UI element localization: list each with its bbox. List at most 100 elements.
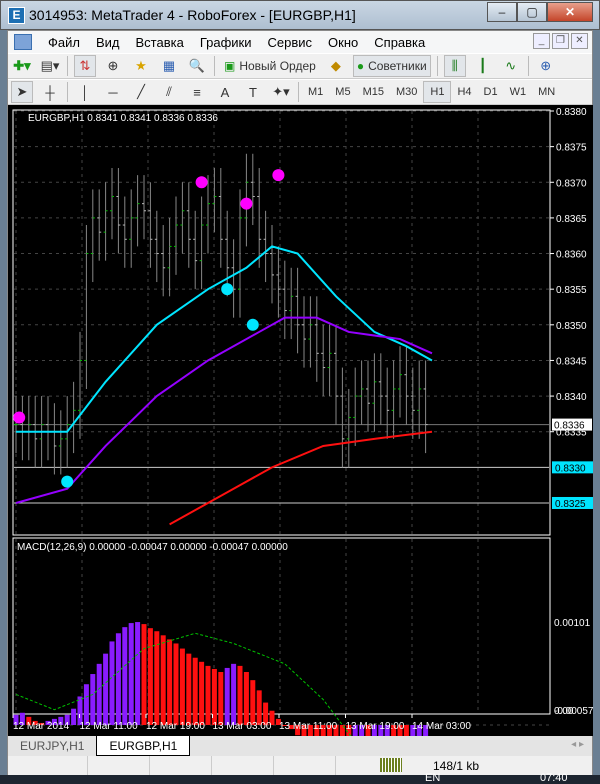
mdi-restore-button[interactable]: ❐: [552, 33, 569, 49]
price-label: 0.8340: [556, 392, 587, 403]
signal-dot-magenta: [240, 197, 253, 210]
price-label: 0.8370: [556, 178, 587, 189]
price-label: 0.8380: [556, 107, 587, 118]
new-chart-icon[interactable]: ✚▾: [11, 55, 33, 77]
experts-icon: ●: [356, 59, 365, 73]
taskbar: EN 07:40: [0, 772, 600, 784]
macd-bar: [135, 622, 141, 725]
chart-window[interactable]: EURGBP,H1 0.8341 0.8341 0.8336 0.8336 MA…: [8, 105, 596, 781]
close-button[interactable]: ✕: [547, 2, 593, 22]
macd-bar: [243, 672, 249, 725]
macd-bar: [192, 657, 198, 725]
current-price-label: 0.8336: [554, 421, 585, 432]
menu-tools[interactable]: Сервис: [260, 35, 321, 50]
macd-bar: [205, 665, 211, 725]
hline-price-label: 0.8330: [555, 463, 586, 474]
macd-bar: [256, 690, 262, 725]
macd-bar: [186, 653, 192, 725]
window-title: 3014953: MetaTrader 4 - RoboForex - [EUR…: [29, 7, 356, 23]
menu-help[interactable]: Справка: [366, 35, 433, 50]
experts-button[interactable]: ● Советники: [352, 55, 431, 77]
macd-bar: [122, 627, 128, 725]
time-label: 12 Mar 19:00: [146, 721, 205, 732]
macd-bar: [250, 680, 256, 725]
equidistant-channel-icon[interactable]: ⫽: [158, 81, 180, 103]
macd-bar: [167, 639, 173, 725]
time-label: 13 Mar 19:00: [346, 721, 405, 732]
zoom-in-icon[interactable]: ⊕: [535, 55, 557, 77]
timeframe-m15[interactable]: M15: [357, 86, 390, 98]
navigator-icon[interactable]: ★: [130, 55, 152, 77]
traffic-status: 148/1 kb: [433, 759, 480, 773]
macd-bar: [128, 623, 134, 725]
drawing-toolbar: ➤ ┼ │ ─ ╱ ⫽ ≡ A T ✦▾ M1 M5 M15 M30 H1 H4…: [8, 79, 592, 105]
mdi-minimize-button[interactable]: _: [533, 33, 550, 49]
market-watch-icon[interactable]: ⇅: [74, 55, 96, 77]
new-order-button[interactable]: ▣ Новый Ордер: [221, 55, 319, 77]
timeframe-m30[interactable]: M30: [390, 86, 423, 98]
crosshair-icon[interactable]: ┼: [39, 81, 61, 103]
macd-bar: [199, 661, 205, 725]
vertical-line-icon[interactable]: │: [74, 81, 96, 103]
language-indicator[interactable]: EN: [425, 772, 440, 784]
macd-bar: [109, 641, 115, 725]
macd-bar: [231, 663, 237, 725]
bar-chart-icon[interactable]: ⫼: [443, 55, 466, 77]
price-label: 0.8350: [556, 321, 587, 332]
maximize-button[interactable]: ▢: [517, 2, 547, 22]
timeframe-h4[interactable]: H4: [451, 86, 477, 98]
cursor-icon[interactable]: ➤: [11, 81, 33, 103]
tab-eurjpy[interactable]: EURJPY,H1: [8, 736, 96, 756]
chart-tabs: EURJPY,H1 EURGBP,H1 ◂ ▸: [8, 736, 592, 756]
price-chart[interactable]: EURGBP,H1 0.8341 0.8341 0.8336 0.8336 MA…: [8, 105, 596, 781]
timeframe-h1[interactable]: H1: [423, 81, 452, 103]
title-bar: E 3014953: MetaTrader 4 - RoboForex - [E…: [0, 0, 600, 30]
signal-dot-magenta: [195, 176, 208, 189]
signal-dot-magenta: [272, 169, 285, 182]
time-label: 13 Mar 11:00: [279, 721, 338, 732]
time-label: 12 Mar 2014: [13, 721, 70, 732]
menu-charts[interactable]: Графики: [192, 35, 260, 50]
line-chart-icon[interactable]: ∿: [500, 55, 522, 77]
timeframe-d1[interactable]: D1: [478, 86, 504, 98]
metaeditor-icon[interactable]: ◆: [325, 55, 347, 77]
macd-label: 0.00101: [554, 618, 591, 629]
menu-view[interactable]: Вид: [88, 35, 128, 50]
profiles-icon[interactable]: ▤▾: [39, 55, 61, 77]
main-window: Файл Вид Вставка Графики Сервис Окно Спр…: [7, 30, 596, 781]
candlestick-icon[interactable]: ┃: [472, 55, 494, 77]
trendline-icon[interactable]: ╱: [130, 81, 152, 103]
strategy-tester-icon[interactable]: 🔍: [186, 55, 208, 77]
moving-average-slow: [169, 430, 433, 526]
menu-window[interactable]: Окно: [320, 35, 366, 50]
moving-average-fast: [16, 245, 433, 433]
app-icon: E: [8, 7, 25, 24]
tab-scroll-arrows[interactable]: ◂ ▸: [571, 739, 584, 750]
chart-window-icon: [14, 34, 32, 50]
timeframe-m5[interactable]: M5: [329, 86, 356, 98]
timeframe-m1[interactable]: M1: [302, 86, 329, 98]
tab-eurgbp[interactable]: EURGBP,H1: [96, 736, 191, 756]
minimize-button[interactable]: ‒: [487, 2, 517, 22]
hline-price-label: 0.8325: [555, 499, 586, 510]
arrows-icon[interactable]: ✦▾: [270, 81, 292, 103]
terminal-icon[interactable]: ▦: [158, 55, 180, 77]
timeframe-mn[interactable]: MN: [532, 86, 561, 98]
price-label: 0.8360: [556, 250, 587, 261]
mdi-close-button[interactable]: ✕: [571, 33, 588, 49]
chart-header: EURGBP,H1 0.8341 0.8341 0.8336 0.8336: [28, 113, 218, 124]
fibonacci-icon[interactable]: ≡: [186, 81, 208, 103]
data-window-icon[interactable]: ⊕: [102, 55, 124, 77]
menu-insert[interactable]: Вставка: [128, 35, 192, 50]
timeframe-w1[interactable]: W1: [504, 86, 533, 98]
macd-bar: [173, 643, 179, 725]
text-label-icon[interactable]: T: [242, 81, 264, 103]
new-order-icon: ▣: [224, 59, 236, 73]
menu-file[interactable]: Файл: [40, 35, 88, 50]
text-icon[interactable]: A: [214, 81, 236, 103]
horizontal-line-icon[interactable]: ─: [102, 81, 124, 103]
macd-bar: [96, 663, 102, 725]
macd-label: -0.00057: [554, 706, 593, 717]
macd-bar: [160, 635, 166, 725]
macd-bar: [115, 633, 121, 725]
